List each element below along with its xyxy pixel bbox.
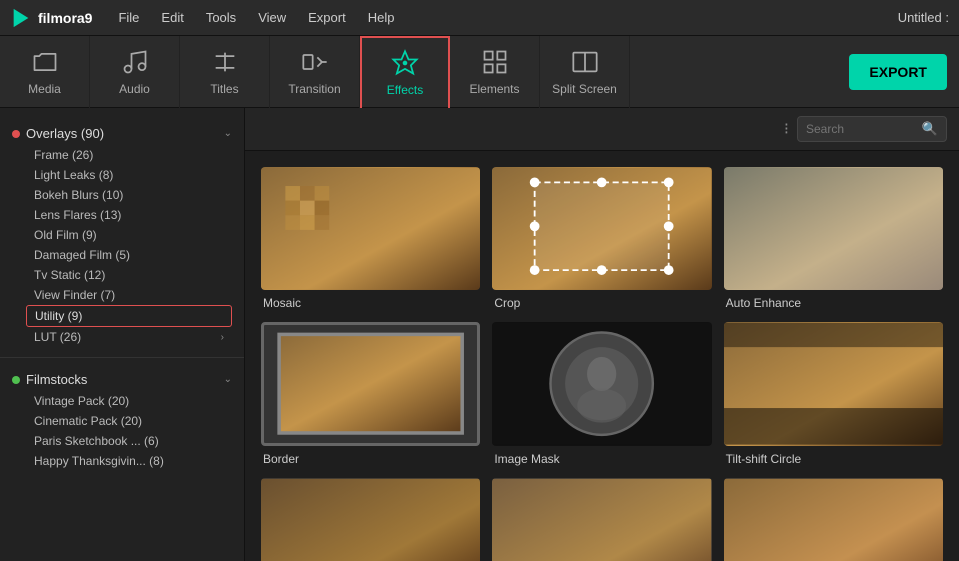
lut-chevron: › xyxy=(221,332,224,343)
toolbar: Media Audio Titles Transition Effects El… xyxy=(0,36,959,108)
right-toolbar: ⁝ 🔍 xyxy=(245,108,959,151)
effect-bottom3[interactable] xyxy=(724,478,943,561)
overlays-dot xyxy=(12,130,20,138)
crop-visual xyxy=(492,167,711,290)
toolbar-elements[interactable]: Elements xyxy=(450,36,540,108)
effect-thumb-mask xyxy=(492,322,711,445)
menu-bar: filmora9 File Edit Tools View Export Hel… xyxy=(0,0,959,36)
filmstocks-chevron: ⌄ xyxy=(224,374,232,385)
effect-crop[interactable]: Crop xyxy=(492,167,711,310)
effect-bottom1[interactable] xyxy=(261,478,480,561)
menu-view[interactable]: View xyxy=(248,6,296,29)
effect-thumb-bottom1 xyxy=(261,478,480,561)
effect-auto-enhance[interactable]: Auto Enhance xyxy=(724,167,943,310)
sidebar-item-cinematic[interactable]: Cinematic Pack (20) xyxy=(26,411,232,431)
effect-thumb-bottom3 xyxy=(724,478,943,561)
effect-thumb-auto xyxy=(724,167,943,290)
overlays-sub: Frame (26) Light Leaks (8) Bokeh Blurs (… xyxy=(12,145,232,347)
sidebar-item-lens-flares[interactable]: Lens Flares (13) xyxy=(26,205,232,225)
sidebar-item-vintage[interactable]: Vintage Pack (20) xyxy=(26,391,232,411)
music-icon xyxy=(121,48,149,76)
filmora-logo-icon xyxy=(10,7,32,29)
effect-label-tiltshift: Tilt-shift Circle xyxy=(724,452,943,466)
mosaic-visual xyxy=(261,167,480,290)
effects-grid: Mosaic xyxy=(245,151,959,561)
main-area: Overlays (90) ⌄ Frame (26) Light Leaks (… xyxy=(0,108,959,561)
menu-items: File Edit Tools View Export Help xyxy=(108,6,897,29)
search-input[interactable] xyxy=(806,122,916,136)
logo: filmora9 xyxy=(10,7,92,29)
sidebar-item-thanksgiving[interactable]: Happy Thanksgivin... (8) xyxy=(26,451,232,471)
effect-label-auto: Auto Enhance xyxy=(724,296,943,310)
search-icon: 🔍 xyxy=(922,121,938,137)
sidebar: Overlays (90) ⌄ Frame (26) Light Leaks (… xyxy=(0,108,245,561)
grid-view-icon[interactable]: ⁝ xyxy=(784,119,789,139)
effect-thumb-border xyxy=(261,322,480,445)
sidebar-item-tv-static[interactable]: Tv Static (12) xyxy=(26,265,232,285)
sidebar-item-bokeh[interactable]: Bokeh Blurs (10) xyxy=(26,185,232,205)
effect-label-border: Border xyxy=(261,452,480,466)
effect-tiltshift[interactable]: Tilt-shift Circle xyxy=(724,322,943,465)
sidebar-item-frame[interactable]: Frame (26) xyxy=(26,145,232,165)
filmstocks-sub: Vintage Pack (20) Cinematic Pack (20) Pa… xyxy=(12,391,232,471)
sidebar-section-filmstocks: Filmstocks ⌄ Vintage Pack (20) Cinematic… xyxy=(0,362,244,477)
menu-edit[interactable]: Edit xyxy=(151,6,193,29)
sidebar-item-lut[interactable]: LUT (26) › xyxy=(26,327,232,347)
export-button[interactable]: EXPORT xyxy=(849,54,947,90)
bottom3-visual xyxy=(724,478,943,561)
effect-thumb-crop xyxy=(492,167,711,290)
sidebar-item-damaged-film[interactable]: Damaged Film (5) xyxy=(26,245,232,265)
app-name: filmora9 xyxy=(38,10,92,26)
effect-bottom2[interactable] xyxy=(492,478,711,561)
bottom2-visual xyxy=(492,478,711,561)
text-icon xyxy=(211,48,239,76)
border-visual xyxy=(264,325,477,442)
effect-label-mask: Image Mask xyxy=(492,452,711,466)
effect-thumb-mosaic xyxy=(261,167,480,290)
overlays-label: Overlays (90) xyxy=(26,126,104,141)
toolbar-effects[interactable]: Effects xyxy=(360,36,450,108)
split-screen-icon xyxy=(571,48,599,76)
menu-file[interactable]: File xyxy=(108,6,149,29)
sidebar-header-filmstocks[interactable]: Filmstocks ⌄ xyxy=(12,368,232,391)
bottom1-visual xyxy=(261,478,480,561)
overlays-chevron: ⌄ xyxy=(224,128,232,139)
mask-visual xyxy=(492,322,711,445)
sidebar-header-overlays[interactable]: Overlays (90) ⌄ xyxy=(12,122,232,145)
sidebar-item-view-finder[interactable]: View Finder (7) xyxy=(26,285,232,305)
sidebar-divider xyxy=(0,357,244,358)
filmstocks-label: Filmstocks xyxy=(26,372,87,387)
toolbar-splitscreen[interactable]: Split Screen xyxy=(540,36,630,108)
toolbar-transition[interactable]: Transition xyxy=(270,36,360,108)
effect-image-mask[interactable]: Image Mask xyxy=(492,322,711,465)
effect-border[interactable]: Border xyxy=(261,322,480,465)
effect-thumb-tiltshift xyxy=(724,322,943,445)
filmstocks-dot xyxy=(12,376,20,384)
auto-enhance-visual xyxy=(724,167,943,290)
folder-icon xyxy=(31,48,59,76)
search-box: 🔍 xyxy=(797,116,947,142)
sidebar-section-overlays: Overlays (90) ⌄ Frame (26) Light Leaks (… xyxy=(0,116,244,353)
sidebar-item-utility[interactable]: Utility (9) xyxy=(26,305,232,327)
effect-mosaic[interactable]: Mosaic xyxy=(261,167,480,310)
effect-label-mosaic: Mosaic xyxy=(261,296,480,310)
menu-tools[interactable]: Tools xyxy=(196,6,246,29)
elements-icon xyxy=(481,48,509,76)
toolbar-titles[interactable]: Titles xyxy=(180,36,270,108)
tiltshift-visual xyxy=(724,322,943,445)
effect-thumb-bottom2 xyxy=(492,478,711,561)
sidebar-item-old-film[interactable]: Old Film (9) xyxy=(26,225,232,245)
effect-label-crop: Crop xyxy=(492,296,711,310)
toolbar-audio[interactable]: Audio xyxy=(90,36,180,108)
sidebar-item-light-leaks[interactable]: Light Leaks (8) xyxy=(26,165,232,185)
window-title: Untitled : xyxy=(898,10,949,25)
menu-export[interactable]: Export xyxy=(298,6,356,29)
right-panel: ⁝ 🔍 xyxy=(245,108,959,561)
effects-icon xyxy=(391,49,419,77)
sidebar-item-paris[interactable]: Paris Sketchbook ... (6) xyxy=(26,431,232,451)
transition-icon xyxy=(301,48,329,76)
toolbar-media[interactable]: Media xyxy=(0,36,90,108)
menu-help[interactable]: Help xyxy=(358,6,405,29)
